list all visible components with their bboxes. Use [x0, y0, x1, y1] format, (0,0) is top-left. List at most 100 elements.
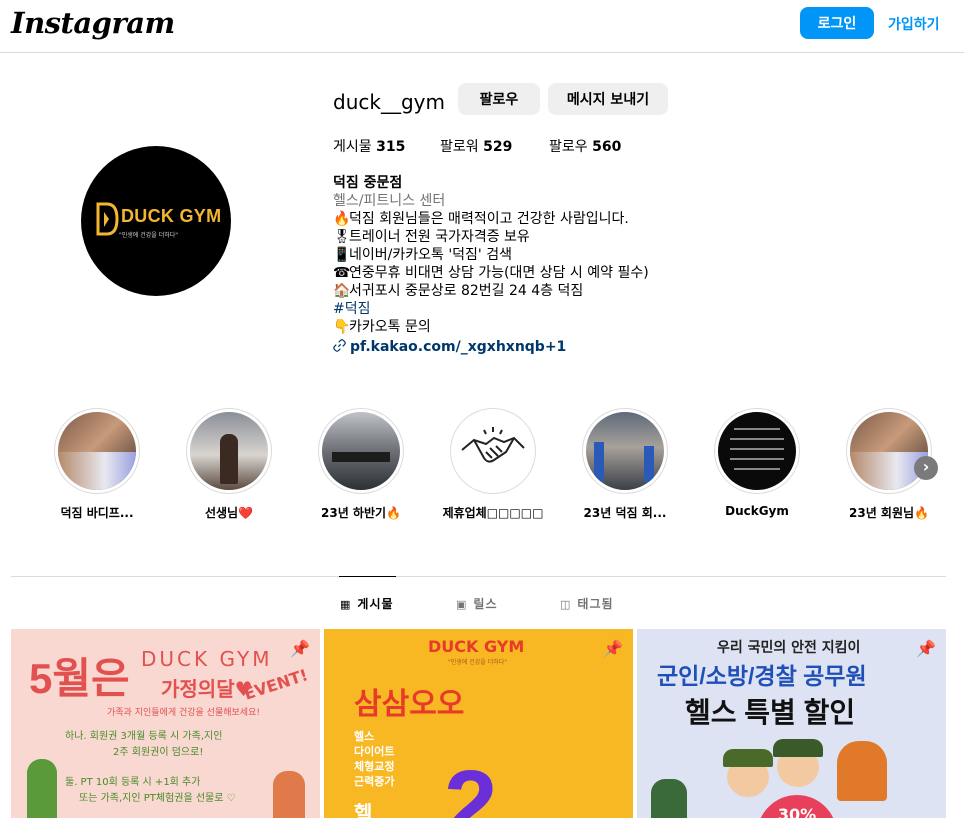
highlight-item[interactable]: 23년 하반기🔥 [301, 408, 421, 521]
highlight-label: 덕짐 바디프... [60, 506, 134, 520]
telephone-icon: ☎ [333, 265, 351, 281]
bio-line: 🔥덕짐 회원님들은 매력적이고 건강한 사람입니다. [333, 210, 753, 228]
text-thumbnail-icon [718, 412, 796, 490]
post-slogan: "인생에 건강을 더하다" [448, 659, 508, 666]
highlight-item[interactable]: 선생님❤️ [169, 408, 289, 521]
highlight-item[interactable]: DuckGym [697, 408, 817, 518]
grid-icon: ▦ [340, 598, 352, 611]
tab-reels-label: 릴스 [473, 597, 498, 611]
photo-thumbnail-icon [850, 412, 928, 490]
stat-followers-label: 팔로워 [440, 139, 479, 155]
bio-line-text: 트레이너 전원 국가자격증 보유 [349, 229, 530, 245]
bio-line: 🏠서귀포시 중문상로 82번길 24 4층 덕짐 [333, 282, 753, 300]
duck-gym-logo-icon [96, 202, 119, 236]
bio-line: ☎연중무휴 비대면 상담 가능(대면 상담 시 예약 필수) [333, 264, 753, 282]
tab-tagged[interactable]: ◫ 태그됨 [560, 595, 614, 612]
helmet-icon [723, 749, 773, 767]
post-item: 헬스 [354, 730, 375, 743]
stat-followers[interactable]: 팔로워 529 [440, 136, 512, 156]
post-top-text: 우리 국민의 안전 지킴이 [717, 640, 861, 656]
photo-thumbnail-icon [586, 412, 664, 490]
tab-reels[interactable]: ▣ 릴스 [456, 595, 498, 612]
house-icon: 🏠 [333, 283, 351, 299]
bio-hashtag[interactable]: #덕짐 [333, 300, 753, 318]
bio-name: 덕짐 중문점 [333, 175, 403, 191]
tab-posts[interactable]: ▦ 게시물 [340, 595, 394, 612]
post-thumbnail[interactable]: 우리 국민의 안전 지킴이 군인/소방/경찰 공무원 헬스 특별 할인 30% … [637, 629, 946, 818]
tabs-divider [11, 576, 946, 577]
bio-external-link[interactable]: pf.kakao.com/_xgxhxnqb+1 [333, 338, 753, 356]
post-headline: 군인/소방/경찰 공무원 [657, 663, 867, 689]
highlight-label: 23년 회원님🔥 [849, 506, 929, 520]
link-text: pf.kakao.com/_xgxhxnqb+1 [350, 339, 567, 355]
pointing-down-icon: 👇 [333, 319, 351, 335]
post-text-line: 둘. PT 10회 등록 시 +1회 추가 [65, 777, 201, 788]
post-brand: DUCK GYM [141, 647, 273, 671]
avatar-slogan-text: "인생에 건강을 더하다" [119, 232, 179, 239]
bio-line-text: 서귀포시 중문상로 82번길 24 4층 덕짐 [349, 283, 584, 299]
pin-icon: 📌 [603, 639, 623, 658]
post-event-text: EVENT! [241, 665, 311, 704]
post-big-number: 2 [444, 751, 498, 818]
highlight-label: 23년 하반기🔥 [321, 506, 401, 520]
highlight-item[interactable]: 23년 덕짐 회... [565, 408, 685, 521]
bio-line: 📱네이버/카카오톡 '덕짐' 검색 [333, 246, 753, 264]
reels-icon: ▣ [456, 598, 468, 611]
highlight-label: 제휴업체□□□□□ [442, 506, 544, 520]
signup-link[interactable]: 가입하기 [888, 14, 940, 34]
highlight-ring [186, 408, 272, 494]
medal-icon: 🎖 [333, 229, 351, 245]
bio-line-text: 덕짐 회원님들은 매력적이고 건강한 사람입니다. [349, 211, 629, 227]
pin-icon: 📌 [290, 639, 310, 658]
photo-thumbnail-icon [190, 412, 268, 490]
top-navigation-bar: Instagram 로그인 가입하기 [0, 0, 964, 53]
bio-line: 👇카카오톡 문의 [333, 318, 753, 336]
tab-posts-label: 게시물 [357, 597, 394, 611]
active-tab-indicator [339, 576, 396, 577]
post-brand: DUCK GYM [428, 637, 525, 656]
stat-posts-label: 게시물 [333, 139, 372, 155]
highlight-label: 선생님❤️ [204, 506, 254, 520]
post-text-line: 또는 가족,지인 PT체험권을 선물로 ♡ [79, 793, 236, 804]
handshake-icon [454, 412, 532, 490]
highlight-ring [318, 408, 404, 494]
post-headline: 삼삼오오 [354, 688, 465, 721]
highlight-ring [714, 408, 800, 494]
follow-button[interactable]: 팔로우 [458, 83, 540, 115]
post-small-text: 가족과 지인들에게 건강을 선물해보세요! [107, 708, 260, 718]
profile-username: duck__gym [333, 90, 445, 114]
highlight-item[interactable]: 덕짐 바디프... [37, 408, 157, 521]
highlight-ring [582, 408, 668, 494]
stat-following-label: 팔로우 [549, 139, 588, 155]
stat-following-value: 560 [592, 139, 622, 155]
chevron-right-icon[interactable]: › [914, 456, 938, 480]
post-subtitle: 가정의달♥ [161, 677, 253, 701]
profile-bio: 덕짐 중문점 헬스/피트니스 센터 🔥덕짐 회원님들은 매력적이고 건강한 사람… [333, 174, 753, 356]
illustration-person-icon [651, 779, 687, 818]
post-text-line: 2주 회원권이 덤으로! [113, 747, 204, 758]
helmet-icon [773, 739, 823, 757]
bio-line-text: 연중무휴 비대면 상담 가능(대면 상담 시 예약 필수) [349, 265, 649, 281]
photo-thumbnail-icon [322, 412, 400, 490]
send-message-button[interactable]: 메시지 보내기 [548, 83, 668, 115]
post-item: 근력증가 [354, 775, 395, 788]
post-partial-text: 헬 [354, 801, 373, 818]
link-icon [333, 339, 346, 352]
post-thumbnail[interactable]: DUCK GYM "인생에 건강을 더하다" 삼삼오오 헬스 다이어트 체형교정… [324, 629, 633, 818]
highlight-item[interactable]: 제휴업체□□□□□ [433, 408, 553, 521]
stat-followers-value: 529 [483, 139, 513, 155]
profile-avatar[interactable]: DUCK GYM "인생에 건강을 더하다" [81, 146, 231, 296]
highlight-label: 23년 덕짐 회... [583, 506, 667, 520]
photo-thumbnail-icon [58, 412, 136, 490]
instagram-logo[interactable]: Instagram [11, 6, 175, 40]
stat-following[interactable]: 팔로우 560 [549, 136, 621, 156]
post-thumbnail[interactable]: 5월은 DUCK GYM 가정의달♥ EVENT! 가족과 지인들에게 건강을 … [11, 629, 320, 818]
post-item: 다이어트 [354, 745, 395, 758]
highlight-ring [450, 408, 536, 494]
post-headline: 5월은 [29, 655, 130, 702]
login-button[interactable]: 로그인 [800, 7, 874, 39]
avatar-brand-text: DUCK GYM [121, 206, 222, 226]
stat-posts: 게시물 315 [333, 136, 405, 156]
discount-badge: 30% [757, 795, 837, 818]
bio-category: 헬스/피트니스 센터 [333, 193, 446, 209]
